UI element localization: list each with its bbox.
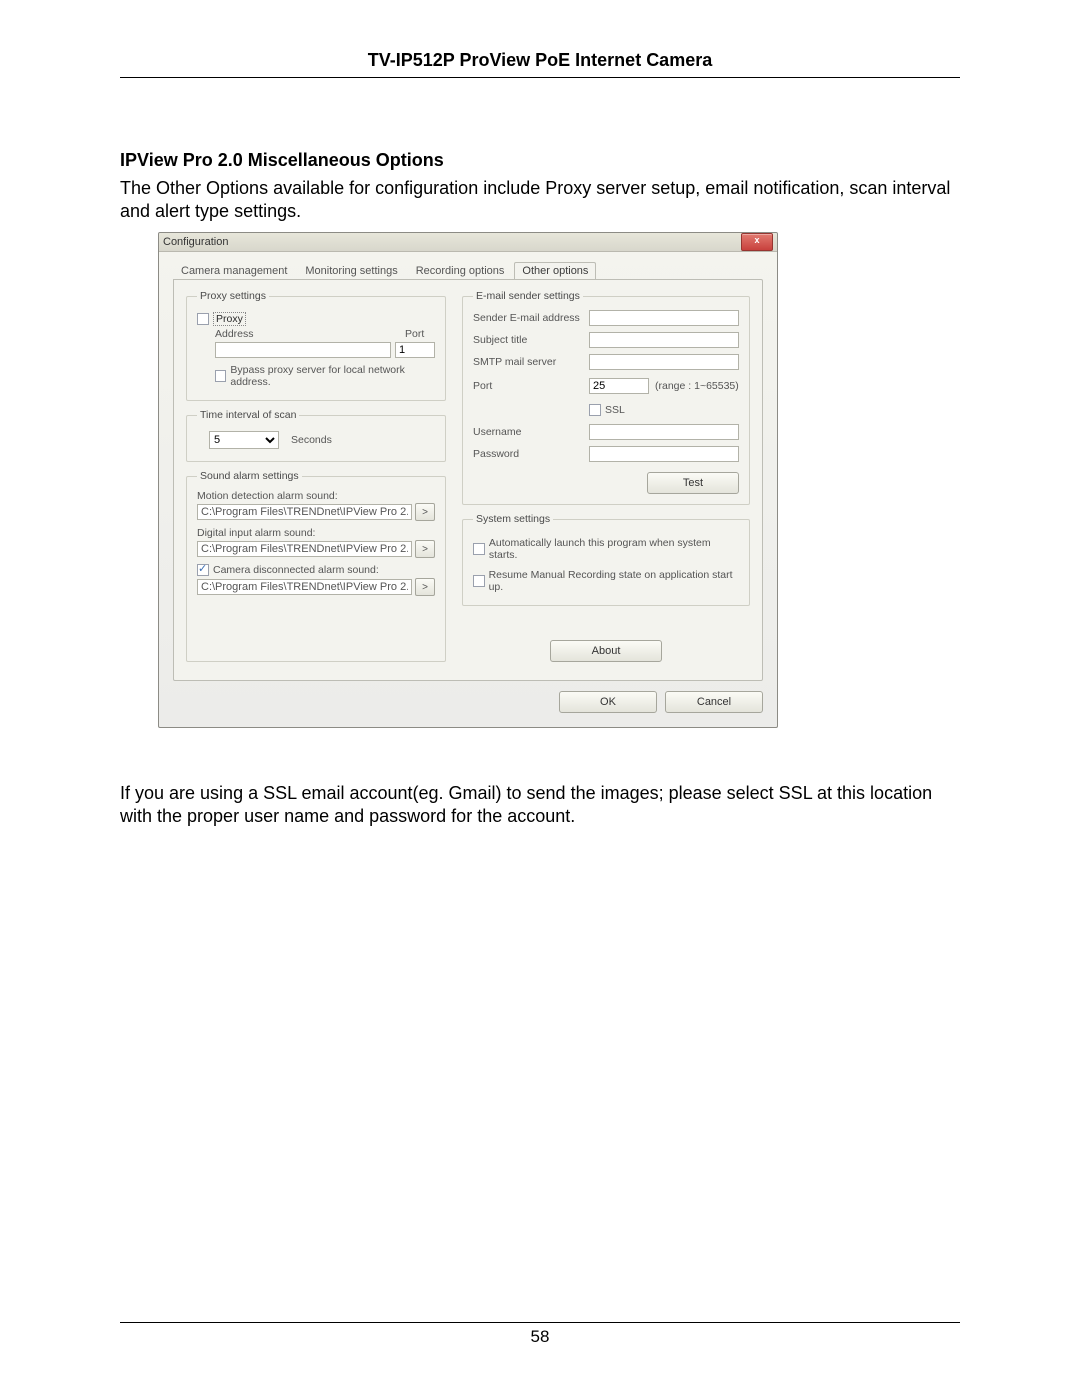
system-legend: System settings: [473, 513, 553, 525]
tab-other-options[interactable]: Other options: [514, 262, 596, 280]
address-label: Address: [215, 328, 269, 340]
motion-sound-label: Motion detection alarm sound:: [197, 490, 338, 502]
proxy-checkbox[interactable]: [197, 313, 209, 325]
subject-input[interactable]: [589, 332, 739, 348]
sound-alarm-group: Sound alarm settings Motion detection al…: [186, 470, 446, 662]
email-sender-group: E-mail sender settings Sender E-mail add…: [462, 290, 750, 505]
scan-legend: Time interval of scan: [197, 409, 299, 421]
digital-sound-label: Digital input alarm sound:: [197, 527, 315, 539]
dialog-title: Configuration: [163, 236, 741, 248]
email-port-label: Port: [473, 380, 583, 392]
system-settings-group: System settings Automatically launch thi…: [462, 513, 750, 606]
page-header: TV-IP512P ProView PoE Internet Camera: [120, 50, 960, 78]
password-input[interactable]: [589, 446, 739, 462]
proxy-legend: Proxy settings: [197, 290, 269, 302]
smtp-label: SMTP mail server: [473, 356, 583, 368]
about-button[interactable]: About: [550, 640, 662, 662]
disconnect-sound-browse[interactable]: >: [415, 578, 435, 596]
tab-camera-management[interactable]: Camera management: [173, 262, 295, 280]
tab-panel-other-options: Proxy settings Proxy Address Port: [173, 279, 763, 681]
scan-interval-group: Time interval of scan 5 Seconds: [186, 409, 446, 462]
sound-legend: Sound alarm settings: [197, 470, 302, 482]
motion-sound-path[interactable]: [197, 504, 412, 520]
username-input[interactable]: [589, 424, 739, 440]
section-heading: IPView Pro 2.0 Miscellaneous Options: [120, 150, 960, 171]
ssl-label: SSL: [605, 404, 625, 416]
disconnect-sound-path[interactable]: [197, 579, 412, 595]
scan-unit-label: Seconds: [291, 434, 332, 446]
sender-label: Sender E-mail address: [473, 312, 583, 324]
tab-recording-options[interactable]: Recording options: [408, 262, 513, 280]
dialog-titlebar[interactable]: Configuration x: [159, 233, 777, 252]
password-label: Password: [473, 448, 583, 460]
auto-launch-checkbox[interactable]: [473, 543, 485, 555]
sender-input[interactable]: [589, 310, 739, 326]
proxy-settings-group: Proxy settings Proxy Address Port: [186, 290, 446, 401]
bypass-proxy-checkbox[interactable]: [215, 370, 226, 382]
tab-monitoring-settings[interactable]: Monitoring settings: [297, 262, 405, 280]
proxy-address-input[interactable]: [215, 342, 391, 358]
page-number: 58: [531, 1327, 550, 1346]
proxy-port-input[interactable]: [395, 342, 435, 358]
port-range-label: (range : 1~65535): [655, 380, 739, 392]
digital-sound-path[interactable]: [197, 541, 412, 557]
email-legend: E-mail sender settings: [473, 290, 583, 302]
resume-recording-label: Resume Manual Recording state on applica…: [489, 569, 739, 593]
intro-text: The Other Options available for configur…: [120, 177, 960, 222]
subject-label: Subject title: [473, 334, 583, 346]
auto-launch-label: Automatically launch this program when s…: [489, 537, 739, 561]
digital-sound-browse[interactable]: >: [415, 540, 435, 558]
motion-sound-browse[interactable]: >: [415, 503, 435, 521]
test-button[interactable]: Test: [647, 472, 739, 494]
smtp-input[interactable]: [589, 354, 739, 370]
config-dialog: Configuration x Camera management Monito…: [158, 232, 778, 728]
proxy-label: Proxy: [213, 312, 246, 326]
disconnect-sound-label: Camera disconnected alarm sound:: [213, 564, 379, 576]
ok-button[interactable]: OK: [559, 691, 657, 713]
disconnect-sound-checkbox[interactable]: [197, 564, 209, 576]
ssl-note: If you are using a SSL email account(eg.…: [120, 782, 960, 827]
page-footer: 58: [120, 1322, 960, 1347]
cancel-button[interactable]: Cancel: [665, 691, 763, 713]
dialog-tabs: Camera management Monitoring settings Re…: [173, 262, 763, 280]
bypass-proxy-label: Bypass proxy server for local network ad…: [230, 364, 435, 388]
close-icon[interactable]: x: [741, 233, 773, 251]
port-label: Port: [405, 328, 435, 340]
resume-recording-checkbox[interactable]: [473, 575, 485, 587]
username-label: Username: [473, 426, 583, 438]
scan-interval-select[interactable]: 5: [209, 431, 279, 449]
ssl-checkbox[interactable]: [589, 404, 601, 416]
email-port-input[interactable]: [589, 378, 649, 394]
